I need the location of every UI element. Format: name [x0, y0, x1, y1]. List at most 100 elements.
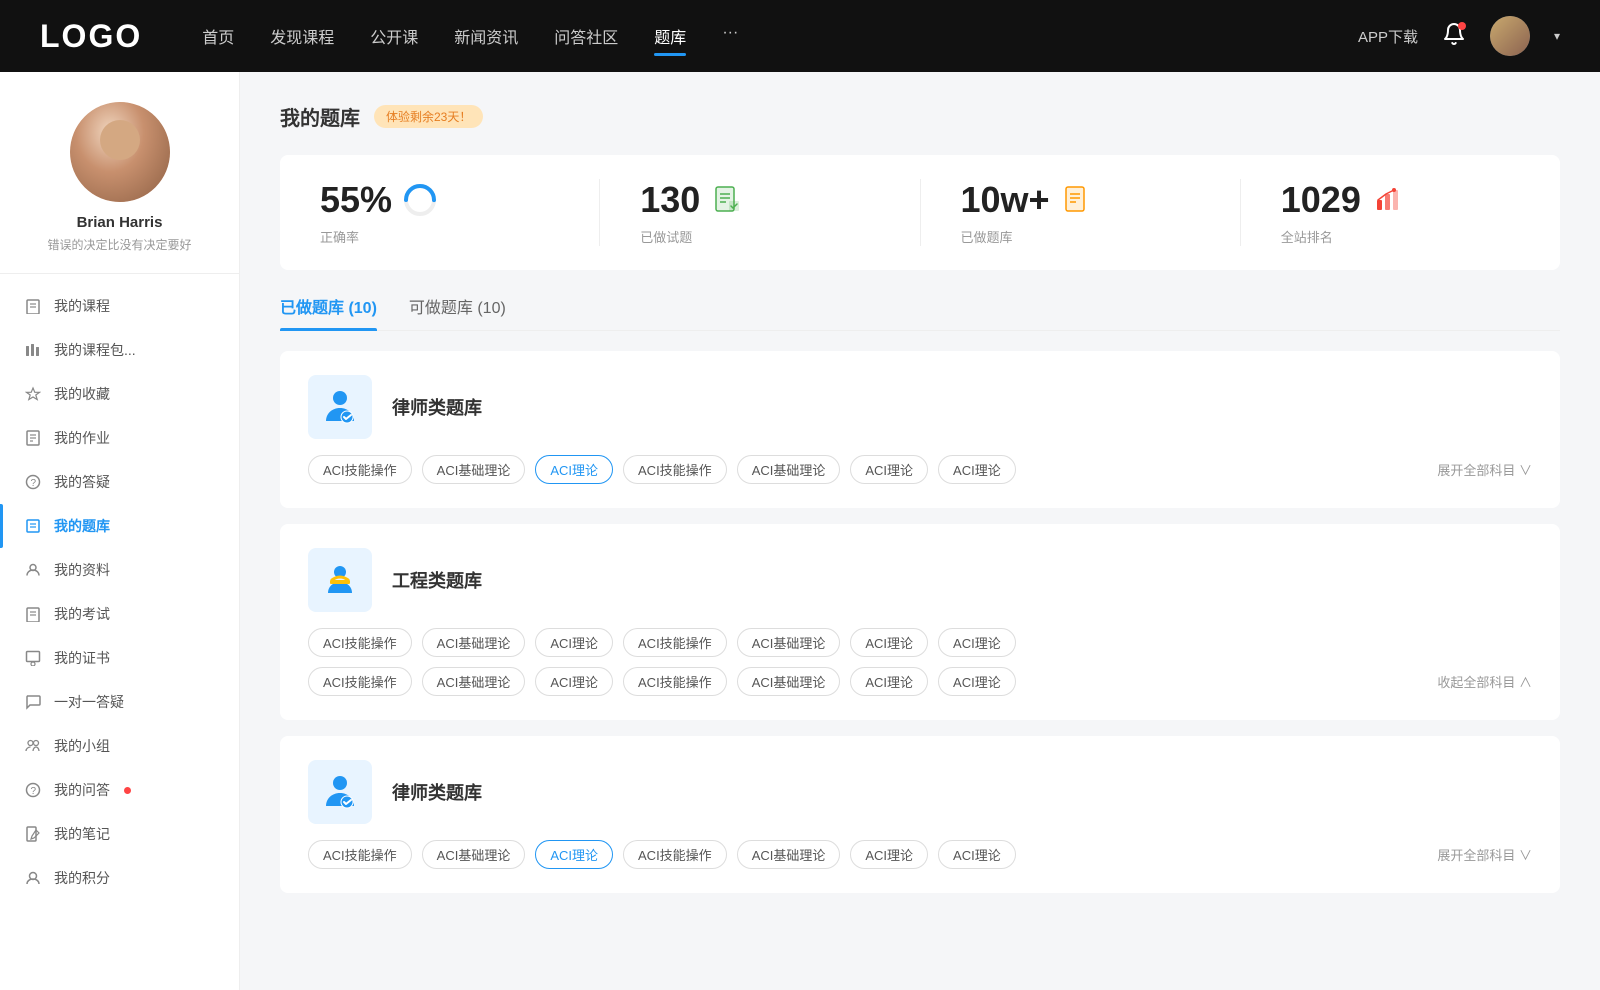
notification-dot [1458, 22, 1466, 30]
tab-done[interactable]: 已做题库 (10) [280, 294, 377, 330]
tag-6[interactable]: ACI理论 [938, 455, 1016, 484]
stat-accuracy-label: 正确率 [320, 227, 359, 246]
tag-4[interactable]: ACI基础理论 [737, 455, 841, 484]
eng-tag2-3[interactable]: ACI技能操作 [623, 667, 727, 696]
sidebar-item-homework[interactable]: 我的作业 [0, 416, 239, 460]
sidebar-item-onetoone[interactable]: 一对一答疑 [0, 680, 239, 724]
favorites-icon [24, 385, 42, 403]
eng-tag2-2[interactable]: ACI理论 [535, 667, 613, 696]
eng-tag-5[interactable]: ACI理论 [850, 628, 928, 657]
eng-tag2-1[interactable]: ACI基础理论 [422, 667, 526, 696]
nav-right: APP下载 ▾ [1358, 16, 1560, 56]
sidebar-label-certs: 我的证书 [54, 648, 110, 668]
sidebar-item-courses[interactable]: 我的课程 [0, 284, 239, 328]
notification-bell[interactable] [1442, 22, 1466, 51]
myquestions-icon: ? [24, 781, 42, 799]
sidebar-item-notes[interactable]: 我的笔记 [0, 812, 239, 856]
tag-0[interactable]: ACI技能操作 [308, 455, 412, 484]
qbank-card-lawyer1: 律师类题库 ACI技能操作 ACI基础理论 ACI理论 ACI技能操作 ACI基… [280, 351, 1560, 508]
eng-tag-4[interactable]: ACI基础理论 [737, 628, 841, 657]
sidebar-item-coursepack[interactable]: 我的课程包... [0, 328, 239, 372]
stat-done-banks-value: 10w+ [961, 179, 1050, 221]
tag-3[interactable]: ACI技能操作 [623, 455, 727, 484]
sidebar-item-favorites[interactable]: 我的收藏 [0, 372, 239, 416]
stat-site-rank-row: 1029 [1281, 179, 1407, 221]
sidebar-label-mydata: 我的资料 [54, 560, 110, 580]
collapse-link-engineer1[interactable]: 收起全部科目 ∧ [1437, 672, 1532, 691]
avatar-image [1490, 16, 1530, 56]
stats-card: 55% 正确率 130 [280, 155, 1560, 270]
qbank-card-engineer1: 工程类题库 ACI技能操作 ACI基础理论 ACI理论 ACI技能操作 ACI基… [280, 524, 1560, 720]
sidebar-item-exams[interactable]: 我的考试 [0, 592, 239, 636]
nav-link-more[interactable]: ··· [722, 20, 738, 52]
stat-site-rank-value: 1029 [1281, 179, 1361, 221]
nav-link-home[interactable]: 首页 [202, 20, 234, 52]
tag-1[interactable]: ACI基础理论 [422, 455, 526, 484]
sidebar-item-groups[interactable]: 我的小组 [0, 724, 239, 768]
nav-link-qbank[interactable]: 题库 [654, 20, 686, 52]
expand-link-lawyer1[interactable]: 展开全部科目 ∨ [1437, 460, 1532, 479]
mydata-icon [24, 561, 42, 579]
stat-done-banks: 10w+ 已做题库 [921, 179, 1241, 246]
qbank-card-engineer1-header: 工程类题库 [308, 548, 1532, 612]
stat-done-questions-row: 130 [640, 179, 746, 221]
chart-red-icon [1371, 182, 1407, 218]
eng-tag-1[interactable]: ACI基础理论 [422, 628, 526, 657]
eng-tag2-0[interactable]: ACI技能操作 [308, 667, 412, 696]
eng-tag-2[interactable]: ACI理论 [535, 628, 613, 657]
nav-link-qa[interactable]: 问答社区 [554, 20, 618, 52]
navbar: LOGO 首页 发现课程 公开课 新闻资讯 问答社区 题库 ··· APP下载 … [0, 0, 1600, 72]
exams-icon [24, 605, 42, 623]
sidebar-item-mydata[interactable]: 我的资料 [0, 548, 239, 592]
user-dropdown-arrow[interactable]: ▾ [1554, 29, 1560, 43]
law2-tag-1[interactable]: ACI基础理论 [422, 840, 526, 869]
tab-available[interactable]: 可做题库 (10) [409, 294, 506, 330]
qbank-icon [24, 517, 42, 535]
certs-icon [24, 649, 42, 667]
user-avatar[interactable] [1490, 16, 1530, 56]
profile-name: Brian Harris [77, 214, 163, 231]
qbank-engineer1-tags-row1: ACI技能操作 ACI基础理论 ACI理论 ACI技能操作 ACI基础理论 AC… [308, 628, 1532, 657]
stat-done-banks-label: 已做题库 [961, 227, 1013, 246]
sidebar-label-questions: 我的答疑 [54, 472, 110, 492]
coursepack-icon [24, 341, 42, 359]
sidebar-item-qbank[interactable]: 我的题库 [0, 504, 239, 548]
law2-tag-3[interactable]: ACI技能操作 [623, 840, 727, 869]
sidebar-label-homework: 我的作业 [54, 428, 110, 448]
eng-tag2-6[interactable]: ACI理论 [938, 667, 1016, 696]
stat-done-questions: 130 已做试题 [600, 179, 920, 246]
doc-green-icon [710, 182, 746, 218]
sidebar-profile: Brian Harris 错误的决定比没有决定要好 [0, 102, 239, 274]
qbank-lawyer2-tags: ACI技能操作 ACI基础理论 ACI理论 ACI技能操作 ACI基础理论 AC… [308, 840, 1532, 869]
sidebar-item-myquestions[interactable]: ? 我的问答 [0, 768, 239, 812]
page-wrapper: Brian Harris 错误的决定比没有决定要好 我的课程 我的课程包... [0, 72, 1600, 990]
eng-tag2-4[interactable]: ACI基础理论 [737, 667, 841, 696]
tabs: 已做题库 (10) 可做题库 (10) [280, 294, 1560, 331]
law2-tag-4[interactable]: ACI基础理论 [737, 840, 841, 869]
page-header: 我的题库 体验剩余23天！ [280, 102, 1560, 131]
law2-tag-2[interactable]: ACI理论 [535, 840, 613, 869]
eng-tag-3[interactable]: ACI技能操作 [623, 628, 727, 657]
eng-tag-6[interactable]: ACI理论 [938, 628, 1016, 657]
nav-link-opencourse[interactable]: 公开课 [370, 20, 418, 52]
tag-2[interactable]: ACI理论 [535, 455, 613, 484]
app-download-button[interactable]: APP下载 [1358, 26, 1418, 47]
law2-tag-5[interactable]: ACI理论 [850, 840, 928, 869]
nav-link-news[interactable]: 新闻资讯 [454, 20, 518, 52]
expand-link-lawyer2[interactable]: 展开全部科目 ∨ [1437, 845, 1532, 864]
law2-tag-0[interactable]: ACI技能操作 [308, 840, 412, 869]
tag-5[interactable]: ACI理论 [850, 455, 928, 484]
stat-site-rank-label: 全站排名 [1281, 227, 1333, 246]
main-content: 我的题库 体验剩余23天！ 55% 正确率 13 [240, 72, 1600, 990]
sidebar-item-certs[interactable]: 我的证书 [0, 636, 239, 680]
sidebar-item-questions[interactable]: ? 我的答疑 [0, 460, 239, 504]
law2-tag-6[interactable]: ACI理论 [938, 840, 1016, 869]
nav-links: 首页 发现课程 公开课 新闻资讯 问答社区 题库 ··· [202, 20, 1358, 52]
eng-tag2-5[interactable]: ACI理论 [850, 667, 928, 696]
sidebar-item-points[interactable]: 我的积分 [0, 856, 239, 900]
eng-tag-0[interactable]: ACI技能操作 [308, 628, 412, 657]
nav-link-discover[interactable]: 发现课程 [270, 20, 334, 52]
qbank-lawyer1-tags: ACI技能操作 ACI基础理论 ACI理论 ACI技能操作 ACI基础理论 AC… [308, 455, 1532, 484]
nav-logo: LOGO [40, 18, 142, 55]
stat-site-rank: 1029 全站排名 [1241, 179, 1560, 246]
